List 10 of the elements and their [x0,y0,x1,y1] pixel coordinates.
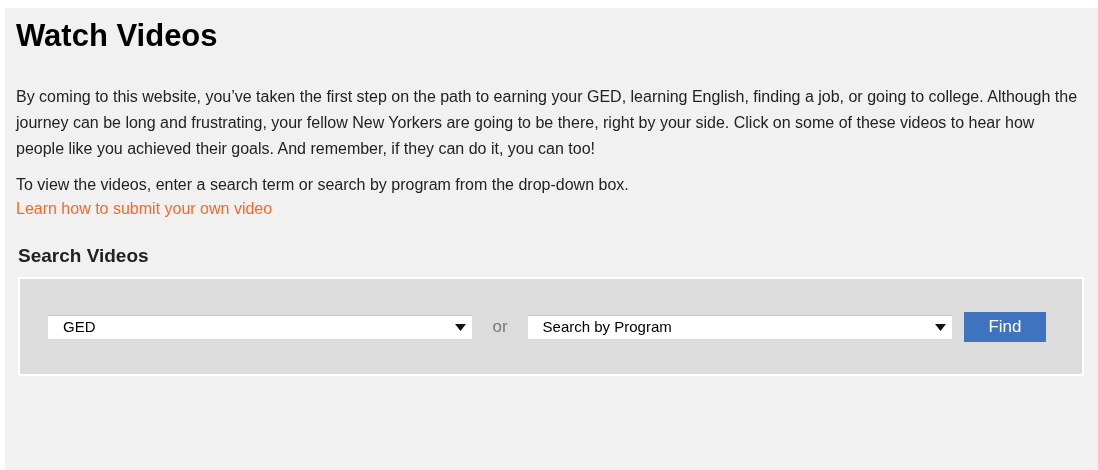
page-title: Watch Videos [16,18,219,54]
instructions-text: To view the videos, enter a search term or search by program from the drop-down box. [16,175,630,195]
dropdown[interactable]: Search by Program [527,314,952,339]
find-button[interactable]: Find [964,311,1046,342]
dropdown[interactable]: GED [48,314,473,339]
or-separator: or [492,315,508,338]
caret-icon [455,323,467,331]
section-heading: Search Videos [17,244,150,268]
intro-paragraph: By coming to this website, you’ve taken the first step on the path to earning your GED, learning English, finding a job, or going to college. Although the journey can be long and frustrating, your fellow New Yorkers are going to be there, right by your side. Click on some of these videos to hear how people like you achieved their goals. And remember, if they can do it, you can too! [16,87,1079,159]
caret-icon [935,323,946,331]
